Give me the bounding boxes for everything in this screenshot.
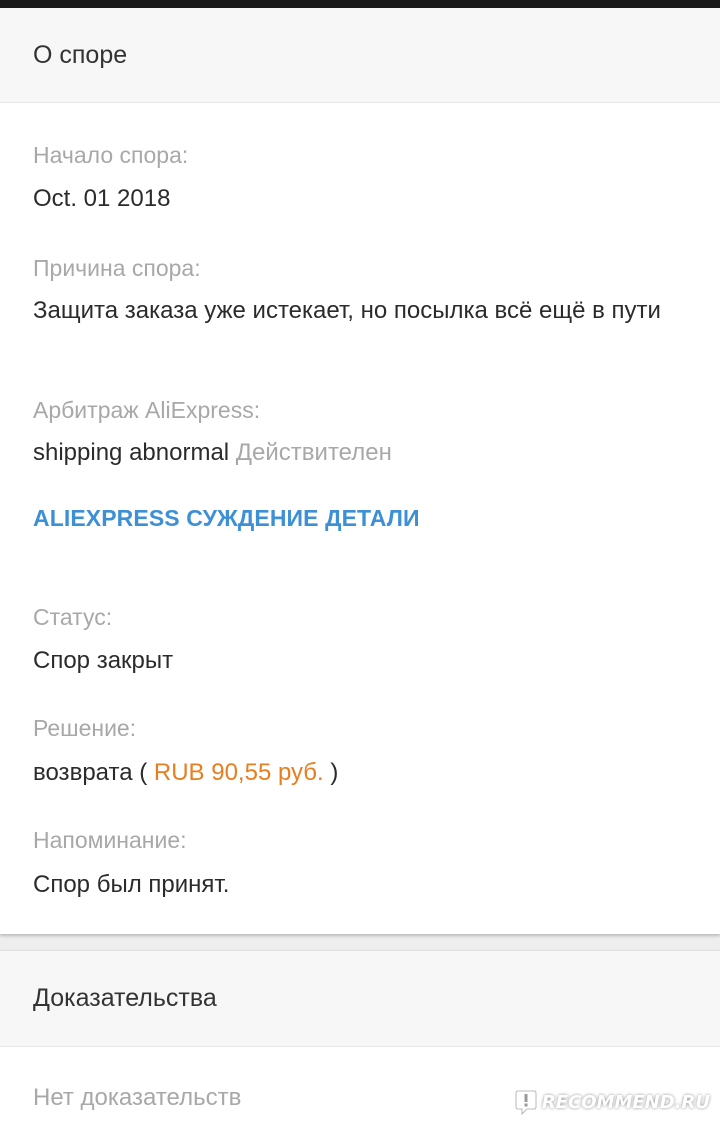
status-label: Статус:	[33, 604, 113, 630]
dispute-card-title: О споре	[0, 8, 720, 103]
dispute-reason-value: Защита заказа уже истекает, но посылка в…	[33, 297, 661, 324]
aliexpress-judgement-details-link[interactable]: ALIEXPRESS СУЖДЕНИЕ ДЕТАЛИ	[33, 505, 420, 532]
no-evidence-text: Нет доказательств	[33, 1084, 242, 1111]
refund-amount: RUB 90,55 руб.	[153, 759, 324, 786]
resolution-value: возврата ( RUB 90,55 руб. )	[33, 757, 683, 789]
arbitration-result: shipping abnormal	[33, 439, 230, 466]
reminder-value: Спор был принят.	[33, 871, 230, 898]
arbitration-value: shipping abnormal Действителен	[33, 437, 683, 469]
recommend-watermark: RECOMMEND.RU	[515, 1089, 710, 1115]
dispute-start-label: Начало спора:	[33, 142, 189, 168]
status-value: Спор закрыт	[33, 647, 174, 674]
reminder-label: Напоминание:	[33, 827, 187, 853]
arbitration-label: Арбитраж AliExpress:	[33, 397, 261, 423]
recommend-logo-icon	[515, 1090, 537, 1115]
watermark-text: RECOMMEND.RU	[541, 1091, 710, 1113]
dispute-info-card: О споре Начало спора: Oct. 01 2018 Причи…	[0, 8, 720, 934]
resolution-label: Решение:	[33, 715, 137, 741]
resolution-suffix: )	[330, 759, 339, 786]
evidence-card-title: Доказательства	[0, 951, 720, 1047]
dispute-start-value: Oct. 01 2018	[33, 185, 171, 212]
resolution-prefix: возврата (	[33, 759, 148, 786]
arbitration-validity: Действителен	[235, 439, 392, 466]
dispute-reason-label: Причина спора:	[33, 255, 201, 281]
